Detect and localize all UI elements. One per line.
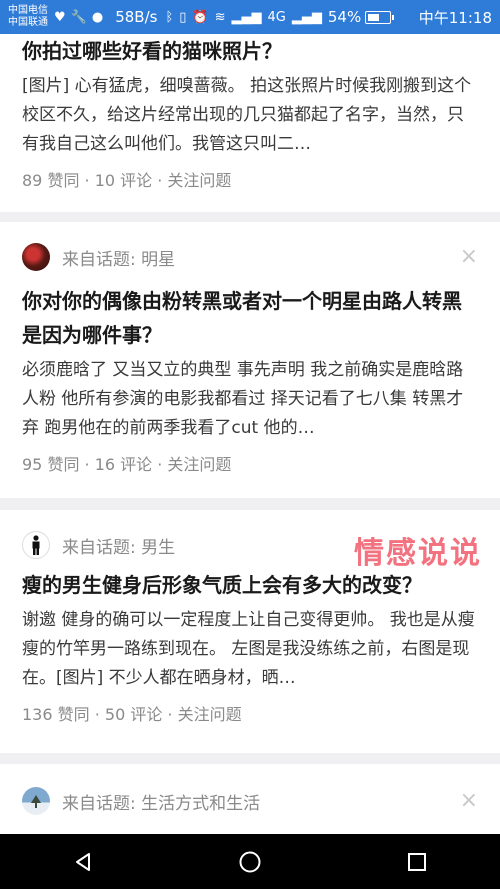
male-figure-icon bbox=[32, 535, 40, 555]
back-icon bbox=[76, 852, 91, 871]
card-meta: 136 赞同 · 50 评论 · 关注问题 bbox=[22, 705, 242, 724]
question-title[interactable]: 你拍过哪些好看的猫咪照片？ bbox=[22, 34, 478, 68]
heart-icon: ♥ bbox=[54, 9, 66, 25]
status-bar: 中国电信 中国联通 ♥ 🔧 ● 58B/s ᛒ ▯ ⏰ ≋ ▂▄▆ 4G ▂▄▆… bbox=[0, 0, 500, 34]
system-nav-bar bbox=[0, 834, 500, 889]
topic-label[interactable]: 来自话题: 生活方式和生活 bbox=[62, 789, 260, 814]
feed-card[interactable]: 你拍过哪些好看的猫咪照片？ [图片] 心有猛虎，细嗅蔷薇。 拍这张照片时候我刚搬… bbox=[0, 34, 500, 212]
tree-icon bbox=[31, 795, 41, 808]
home-button[interactable] bbox=[220, 834, 280, 889]
carrier-top: 中国电信 bbox=[8, 5, 48, 16]
topic-row: 来自话题: 生活方式和生活 × bbox=[22, 786, 478, 816]
home-icon bbox=[239, 851, 261, 872]
feed-card[interactable]: 来自话题: 生活方式和生活 × bbox=[0, 764, 500, 834]
chat-icon: ● bbox=[91, 9, 104, 25]
topic-label[interactable]: 来自话题: 明星 bbox=[62, 245, 175, 270]
topic-row: 来自话题: 明星 × bbox=[22, 242, 478, 272]
alarm-icon: ⏰ bbox=[192, 9, 209, 25]
system-icons: ᛒ ▯ ⏰ ≋ ▂▄▆ 4G ▂▄▆ bbox=[165, 10, 321, 25]
carrier-info: 中国电信 中国联通 bbox=[8, 5, 48, 29]
recents-button[interactable] bbox=[387, 834, 447, 889]
notification-icons: ♥ 🔧 ● bbox=[54, 10, 103, 25]
card-meta: 89 赞同 · 10 评论 · 关注问题 bbox=[22, 171, 232, 190]
clock: 中午11:18 bbox=[418, 8, 492, 27]
watermark: 情感说说 bbox=[354, 536, 482, 571]
bluetooth-icon: ᛒ bbox=[165, 9, 174, 25]
network-speed: 58B/s bbox=[115, 8, 158, 26]
topic-label[interactable]: 来自话题: 男生 bbox=[62, 533, 175, 558]
answer-excerpt[interactable]: 谢邀 健身的确可以一定程度上让自己变得更帅。 我也是从瘦瘦的竹竿男一路练到现在。… bbox=[22, 606, 478, 693]
battery-percent: 54% bbox=[327, 8, 362, 26]
carrier-bottom: 中国联通 bbox=[8, 17, 48, 28]
vibrate-icon: ▯ bbox=[179, 9, 187, 25]
feed-card[interactable]: 来自话题: 明星 × 你对你的偶像由粉转黑或者对一个明星由路人转黑是因为哪件事？… bbox=[0, 222, 500, 498]
signal-icon-2: ▂▄▆ bbox=[291, 9, 322, 25]
topic-avatar[interactable] bbox=[22, 787, 50, 815]
signal-icon: ▂▄▆ bbox=[231, 9, 262, 25]
answer-excerpt[interactable]: [图片] 心有猛虎，细嗅蔷薇。 拍这张照片时候我刚搬到这个校区不久，给这片经常出… bbox=[22, 72, 478, 159]
recents-icon bbox=[407, 852, 426, 871]
battery-icon bbox=[365, 10, 395, 24]
back-button[interactable] bbox=[53, 834, 113, 889]
close-icon[interactable]: × bbox=[460, 790, 478, 812]
close-icon[interactable]: × bbox=[460, 246, 478, 268]
wrench-icon: 🔧 bbox=[70, 9, 87, 25]
question-title[interactable]: 你对你的偶像由粉转黑或者对一个明星由路人转黑是因为哪件事？ bbox=[22, 284, 478, 352]
answer-excerpt[interactable]: 必须鹿晗了 又当又立的典型 事先声明 我之前确实是鹿晗路人粉 他所有参演的电影我… bbox=[22, 356, 478, 443]
topic-avatar[interactable] bbox=[22, 531, 50, 559]
wifi-icon: ≋ bbox=[214, 9, 226, 25]
topic-avatar[interactable] bbox=[22, 243, 50, 271]
card-meta: 95 赞同 · 16 评论 · 关注问题 bbox=[22, 455, 232, 474]
network-type: 4G bbox=[267, 9, 286, 25]
question-title[interactable]: 瘦的男生健身后形象气质上会有多大的改变？ bbox=[22, 568, 478, 602]
